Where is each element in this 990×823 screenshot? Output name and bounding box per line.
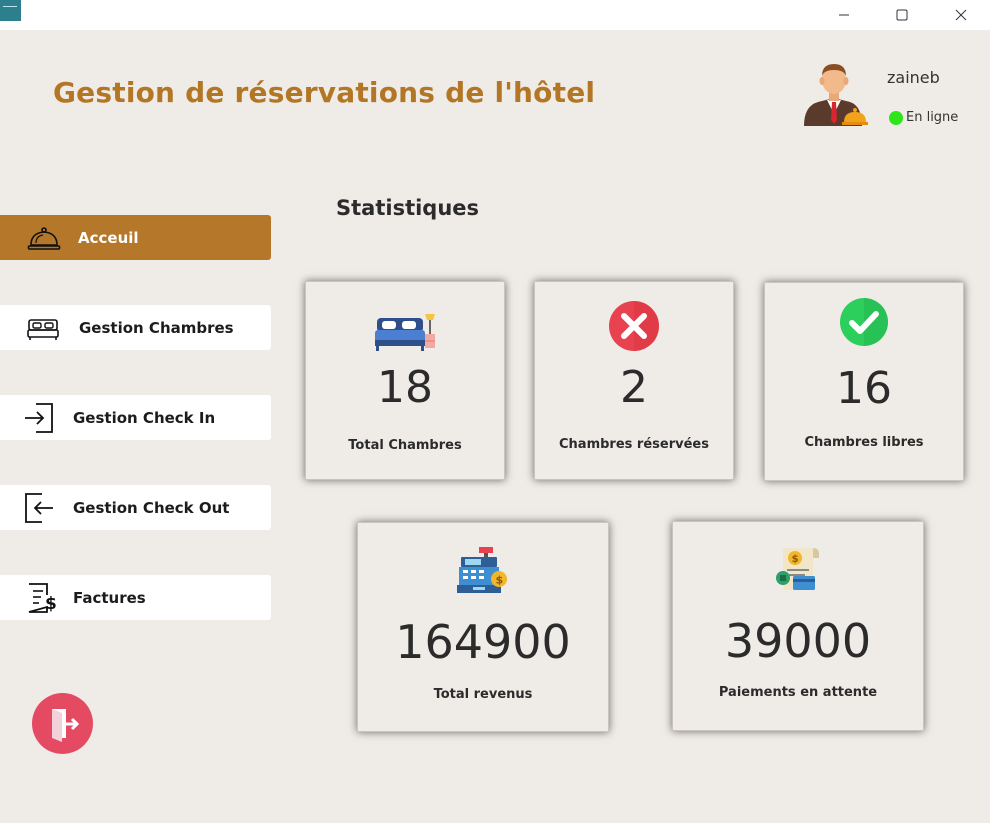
close-button[interactable] (938, 0, 984, 30)
stat-card-chambres-reservees: 2 Chambres réservées (534, 281, 734, 480)
sidebar-item-gestion-check-out[interactable]: Gestion Check Out (0, 485, 271, 530)
service-bell-icon (27, 221, 61, 255)
sidebar-item-label: Acceuil (78, 228, 139, 247)
maximize-button[interactable] (879, 0, 925, 30)
sidebar-item-factures[interactable]: $ Factures (0, 575, 271, 620)
stat-label: Total Chambres (348, 438, 462, 453)
logout-button[interactable] (32, 693, 93, 754)
red-x-circle-icon (608, 300, 660, 352)
sign-out-icon (22, 491, 56, 525)
user-status: En ligne (889, 110, 958, 125)
stat-card-total-revenus: $ 164900 Total revenus (357, 522, 609, 732)
stat-card-paiements-en-attente: $ 39000 Paiements en attente (672, 521, 924, 731)
green-check-circle-icon (839, 297, 889, 347)
bed-room-icon (373, 308, 437, 354)
sidebar-item-gestion-chambres[interactable]: Gestion Chambres (0, 305, 271, 350)
sidebar-item-label: Factures (73, 588, 146, 607)
bill-payment-icon: $ (773, 544, 823, 596)
stat-value: 2 (620, 362, 648, 413)
stat-label: Chambres libres (804, 435, 924, 450)
minimize-button[interactable] (821, 0, 867, 30)
invoice-dollar-icon: $ (25, 581, 59, 615)
stat-card-chambres-libres: 16 Chambres libres (764, 282, 964, 481)
sidebar-item-gestion-check-in[interactable]: Gestion Check In (0, 395, 271, 440)
user-avatar-icon (800, 62, 868, 126)
stat-card-total-chambres: 18 Total Chambres (305, 281, 505, 480)
stat-label: Total revenus (433, 687, 533, 702)
svg-text:$: $ (496, 574, 504, 587)
stat-value: 16 (836, 363, 892, 414)
stat-label: Paiements en attente (718, 685, 878, 700)
exit-door-icon (52, 709, 80, 742)
status-label: En ligne (906, 110, 959, 125)
sidebar-item-label: Gestion Check In (73, 408, 216, 427)
stat-value: 39000 (724, 614, 872, 668)
svg-text:$: $ (792, 554, 799, 565)
window-titlebar (0, 0, 990, 30)
stat-value: 164900 (395, 615, 571, 669)
bed-icon (26, 311, 60, 345)
svg-text:$: $ (45, 594, 57, 614)
app-logo-icon (0, 0, 21, 21)
sidebar-item-label: Gestion Check Out (73, 498, 230, 517)
username: zaineb (887, 68, 940, 87)
sidebar-item-label: Gestion Chambres (79, 318, 234, 337)
stat-label: Chambres réservées (559, 437, 709, 452)
section-title: Statistiques (336, 196, 480, 220)
sign-in-icon (22, 401, 56, 435)
sidebar-item-acceuil[interactable]: Acceuil (0, 215, 271, 260)
stat-value: 18 (377, 362, 433, 413)
app-title: Gestion de réservations de l'hôtel (53, 76, 596, 109)
cash-register-icon: $ (457, 545, 509, 597)
online-status-dot-icon (889, 110, 903, 125)
